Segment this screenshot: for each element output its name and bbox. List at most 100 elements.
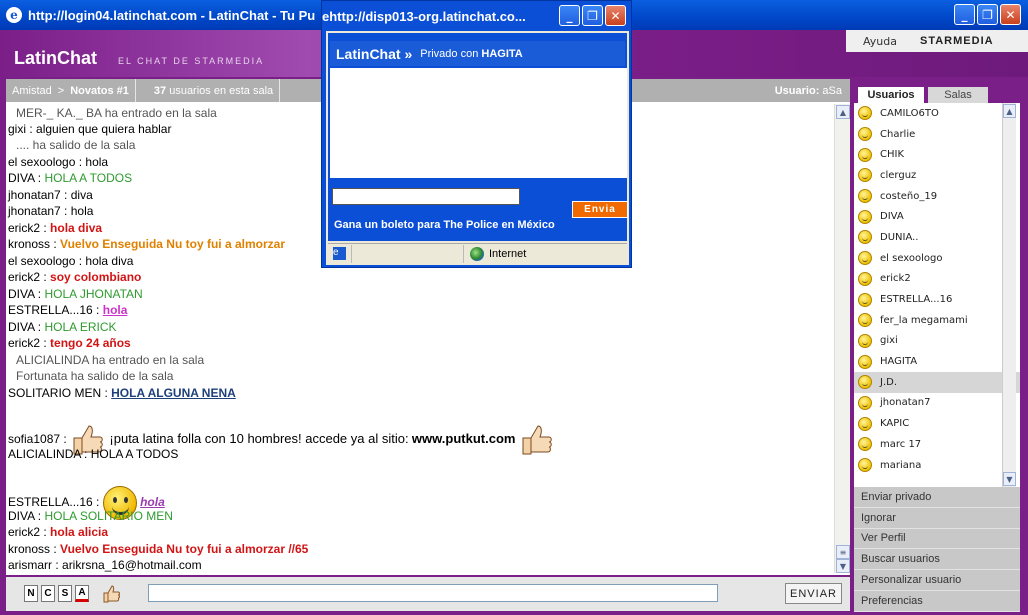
chat-message: erick2 : soy colombiano [8, 270, 142, 284]
smiley-icon [858, 106, 872, 121]
message-input[interactable] [148, 584, 718, 602]
message-text: HOLA ERICK [44, 320, 117, 334]
message-text: arikrsna_16@hotmail.com [62, 558, 202, 572]
message-nick[interactable]: jhonatan7 [8, 188, 61, 202]
user-list-item[interactable]: gixi [854, 331, 1020, 352]
user-list-item[interactable]: marc 17 [854, 434, 1020, 455]
user-list-item[interactable]: J.D. [854, 371, 1020, 393]
message-text: hola diva [85, 254, 134, 268]
tab-rooms[interactable]: Salas [928, 87, 988, 103]
user-list-item[interactable]: mariana [854, 455, 1020, 476]
underline-button[interactable]: S [58, 585, 72, 602]
user-name: DIVA [880, 211, 904, 223]
status-segment [352, 244, 464, 263]
action-button[interactable]: Preferencias [854, 590, 1020, 612]
message-nick[interactable]: kronoss [8, 542, 50, 556]
scroll-down-arrow[interactable]: ▼ [1003, 472, 1016, 486]
minimize-button[interactable]: _ [954, 4, 975, 25]
thumbs-up-icon [522, 425, 552, 455]
ad-site[interactable]: www.putkut.com [412, 431, 516, 446]
message-nick[interactable]: el sexoologo [8, 254, 75, 268]
message-nick[interactable]: DIVA [8, 320, 34, 334]
system-text: Fortunata ha salido de la sala [16, 369, 174, 383]
message-nick[interactable]: kronoss [8, 237, 50, 251]
user-list-item[interactable]: KAPIC [854, 413, 1020, 434]
message-nick[interactable]: arismarr [8, 558, 52, 572]
action-button[interactable]: Ver Perfil [854, 528, 1020, 550]
user-list-item[interactable]: ESTRELLA...16 [854, 289, 1020, 310]
scroll-down-arrow[interactable]: ▼ [836, 559, 850, 573]
globe-icon [470, 246, 484, 261]
message-nick[interactable]: ALICIALINDA [8, 447, 81, 461]
action-button[interactable]: Enviar privado [854, 487, 1020, 508]
action-button[interactable]: Personalizar usuario [854, 570, 1020, 591]
send-button[interactable]: ENVIAR [785, 583, 842, 604]
user-list-item[interactable]: Charlie [854, 124, 1020, 145]
user-list-item[interactable]: HAGITA [854, 351, 1020, 372]
user-list-item[interactable]: costeño_19 [854, 186, 1020, 207]
current-user-label: Usuario: [774, 84, 820, 97]
smiley-icon [858, 168, 872, 183]
close-button[interactable]: ✕ [605, 5, 626, 26]
message-nick[interactable]: sofia1087 [8, 432, 60, 446]
private-send-button[interactable]: Envia [572, 201, 628, 218]
user-list-item[interactable]: CHIK [854, 144, 1020, 165]
user-list-item[interactable]: DIVA [854, 206, 1020, 227]
help-link[interactable]: Ayuda [846, 35, 914, 48]
close-button[interactable]: ✕ [1000, 4, 1021, 25]
italic-button[interactable]: C [41, 585, 55, 602]
private-message-input[interactable] [332, 188, 520, 205]
user-list-item[interactable]: el sexoologo [854, 248, 1020, 269]
system-text: MER-_ KA._ BA ha entrado en la sala [16, 106, 217, 120]
maximize-button[interactable]: ❐ [582, 5, 603, 26]
starmedia-logo[interactable]: STARMEDIA [914, 35, 994, 47]
message-nick[interactable]: SOLITARIO MEN [8, 386, 101, 400]
emoticon-icon[interactable] [100, 582, 122, 604]
message-nick[interactable]: erick2 [8, 221, 40, 235]
user-name: marc 17 [880, 438, 922, 450]
message-nick[interactable]: DIVA [8, 287, 34, 301]
message-nick[interactable]: erick2 [8, 336, 40, 350]
message-nick[interactable]: DIVA [8, 171, 34, 185]
action-button[interactable]: Ignorar [854, 507, 1020, 529]
chat-scrollbar[interactable]: ▲ ≡ ▼ [834, 104, 850, 573]
message-nick[interactable]: ESTRELLA...16 [8, 495, 93, 509]
user-list-scrollbar[interactable]: ▲ ▼ [1002, 103, 1016, 487]
message-nick[interactable]: erick2 [8, 270, 40, 284]
message-text: hola [85, 155, 109, 169]
scroll-up-arrow[interactable]: ▲ [1003, 104, 1016, 118]
promo-link[interactable]: Gana un boleto para The Police en México [334, 219, 555, 231]
action-button[interactable]: Buscar usuarios [854, 549, 1020, 571]
message-text: HOLA A TODOS [90, 447, 179, 461]
breadcrumb-root[interactable]: Amistad [6, 85, 58, 97]
chat-message: SOLITARIO MEN : HOLA ALGUNA NENA [8, 386, 236, 400]
scroll-up-arrow[interactable]: ▲ [836, 105, 850, 119]
maximize-button[interactable]: ❐ [977, 4, 998, 25]
message-text: hola alicia [50, 525, 109, 539]
smiley-icon [858, 209, 872, 224]
message-text: ¡puta latina folla con 10 hombres! acced… [109, 431, 409, 447]
scroll-grip[interactable]: ≡ [836, 545, 850, 559]
bold-button[interactable]: N [24, 585, 38, 602]
message-nick[interactable]: erick2 [8, 525, 40, 539]
room-name: Novatos #1 [70, 84, 129, 97]
message-text: soy colombiano [50, 270, 142, 284]
user-list-item[interactable]: erick2 [854, 269, 1020, 290]
message-nick[interactable]: DIVA [8, 509, 34, 523]
user-list-item[interactable]: CAMILO6TO [854, 103, 1020, 124]
sidebar-tabs: Usuarios Salas [854, 79, 1020, 103]
message-nick[interactable]: jhonatan7 [8, 204, 61, 218]
minimize-button[interactable]: _ [559, 5, 580, 26]
breadcrumb-room: Novatos #1 [64, 85, 135, 97]
smiley-icon [858, 271, 872, 286]
private-with-user: HAGITA [481, 47, 523, 60]
color-button[interactable]: A [75, 585, 89, 602]
message-nick[interactable]: gixi [8, 122, 26, 136]
user-list-item[interactable]: DUNIA.. [854, 227, 1020, 248]
user-list-item[interactable]: jhonatan7 [854, 393, 1020, 414]
tab-users[interactable]: Usuarios [858, 87, 924, 103]
user-list-item[interactable]: clerguz [854, 165, 1020, 186]
user-list-item[interactable]: fer_la megamami [854, 310, 1020, 331]
message-nick[interactable]: el sexoologo [8, 155, 75, 169]
message-nick[interactable]: ESTRELLA...16 [8, 303, 93, 317]
